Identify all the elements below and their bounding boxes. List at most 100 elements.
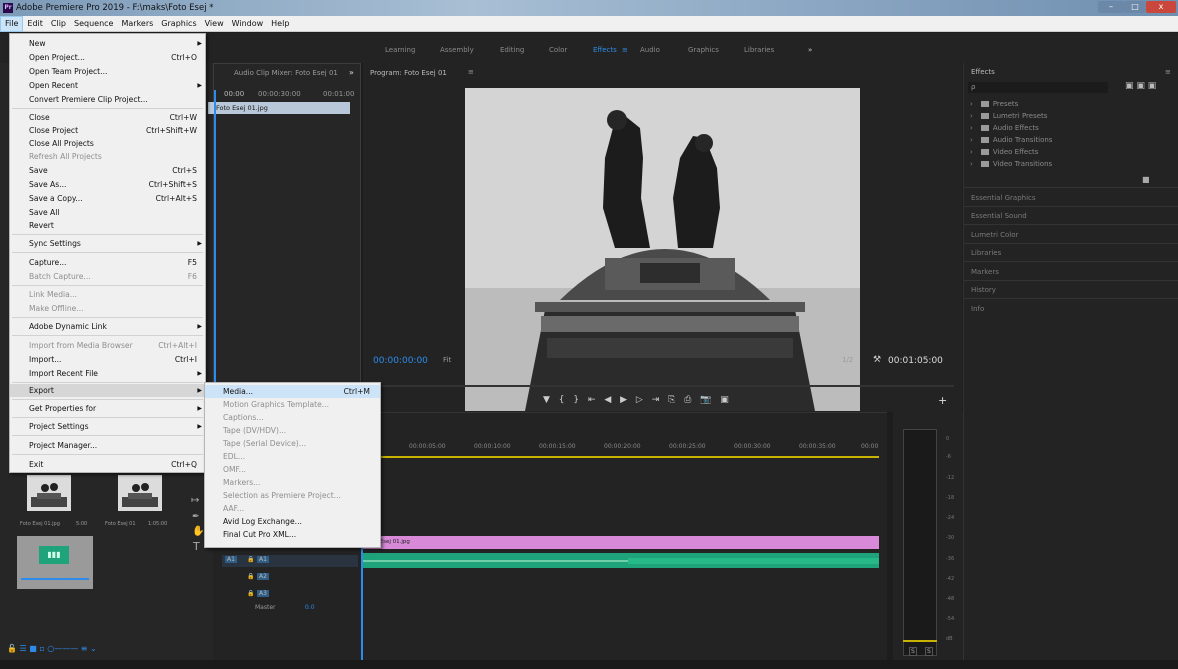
master-volume-value[interactable]: 0.0 bbox=[305, 604, 315, 611]
workspace-learning[interactable]: Learning bbox=[385, 46, 415, 54]
export-item-edl[interactable]: EDL... bbox=[205, 450, 380, 463]
export-item-media[interactable]: Media... Ctrl+M bbox=[205, 385, 380, 398]
lock-icon[interactable]: 🔒 bbox=[247, 590, 254, 597]
workspace-menu-icon[interactable]: ≡ bbox=[622, 46, 628, 54]
menu-item-project-manager[interactable]: Project Manager... bbox=[10, 439, 205, 452]
menu-graphics[interactable]: Graphics bbox=[157, 16, 200, 32]
type-tool-icon[interactable]: T bbox=[193, 540, 200, 553]
ripple-tool-icon[interactable]: ↦ bbox=[191, 495, 199, 506]
program-ruler[interactable] bbox=[369, 385, 954, 387]
timeline-video-clip[interactable]: Foto Esej 01.jpg bbox=[363, 536, 879, 549]
project-view-controls[interactable]: 🔓 ☰ ■ ▫ ○——— ≡ ⌄ bbox=[7, 644, 177, 654]
panel-libraries[interactable]: Libraries bbox=[971, 249, 1001, 257]
panel-lumetri-color[interactable]: Lumetri Color bbox=[971, 231, 1018, 239]
menu-item-save-as[interactable]: Save As... Ctrl+Shift+S bbox=[10, 178, 205, 191]
menu-item-dynamic-link[interactable]: Adobe Dynamic Link ▶ bbox=[10, 320, 205, 333]
export-item-mgt[interactable]: Motion Graphics Template... bbox=[205, 398, 380, 411]
menu-clip[interactable]: Clip bbox=[47, 16, 70, 32]
menu-item-export[interactable]: Export ▶ bbox=[10, 384, 205, 397]
workspace-graphics[interactable]: Graphics bbox=[688, 46, 719, 54]
menu-item-open-team-project[interactable]: Open Team Project... bbox=[10, 65, 205, 78]
menu-item-get-properties[interactable]: Get Properties for ▶ bbox=[10, 402, 205, 415]
menu-item-revert[interactable]: Revert bbox=[10, 219, 205, 232]
track-header-a1[interactable]: A1 🔒 A1 bbox=[222, 555, 358, 567]
panel-markers[interactable]: Markers bbox=[971, 268, 999, 276]
menu-help[interactable]: Help bbox=[267, 16, 293, 32]
effects-folder-audio-transitions[interactable]: › Audio Transitions bbox=[970, 134, 1052, 146]
effects-folder-lumetri[interactable]: › Lumetri Presets bbox=[970, 110, 1047, 122]
new-bin-icon[interactable]: ■ bbox=[1142, 175, 1150, 184]
export-item-omf[interactable]: OMF... bbox=[205, 463, 380, 476]
effects-folder-video-transitions[interactable]: › Video Transitions bbox=[970, 158, 1052, 170]
menu-item-save-copy[interactable]: Save a Copy... Ctrl+Alt+S bbox=[10, 192, 205, 205]
export-item-markers[interactable]: Markers... bbox=[205, 476, 380, 489]
panel-history[interactable]: History bbox=[971, 286, 996, 294]
add-button-icon[interactable]: + bbox=[938, 394, 947, 407]
track-header-a2[interactable]: 🔒 A2 bbox=[222, 572, 358, 584]
track-header-a3[interactable]: 🔒 A3 bbox=[222, 589, 358, 601]
export-item-captions[interactable]: Captions... bbox=[205, 411, 380, 424]
effects-panel-menu-icon[interactable]: ≡ bbox=[1165, 68, 1171, 76]
menu-file[interactable]: File bbox=[0, 15, 24, 32]
menu-item-save[interactable]: Save Ctrl+S bbox=[10, 164, 205, 177]
timeline-audio-clip[interactable] bbox=[363, 553, 879, 568]
track-a1-target[interactable]: A1 bbox=[257, 556, 269, 563]
workspace-color[interactable]: Color bbox=[549, 46, 567, 54]
maximize-button[interactable]: □ bbox=[1124, 1, 1146, 13]
workspace-effects[interactable]: Effects bbox=[593, 46, 617, 54]
export-item-fcp[interactable]: Final Cut Pro XML... bbox=[205, 528, 380, 541]
workspace-audio[interactable]: Audio bbox=[640, 46, 660, 54]
menu-item-close-project[interactable]: Close Project Ctrl+Shift+W bbox=[10, 124, 205, 137]
work-area-bar[interactable] bbox=[363, 456, 879, 458]
track-a1-source[interactable]: A1 bbox=[225, 556, 237, 563]
menu-sequence[interactable]: Sequence bbox=[70, 16, 117, 32]
effects-folder-audio-effects[interactable]: › Audio Effects bbox=[970, 122, 1039, 134]
export-item-avid[interactable]: Avid Log Exchange... bbox=[205, 515, 380, 528]
close-button[interactable]: x bbox=[1146, 1, 1176, 13]
menu-item-project-settings[interactable]: Project Settings ▶ bbox=[10, 420, 205, 433]
lock-icon[interactable]: 🔒 bbox=[247, 573, 254, 580]
effects-folder-presets[interactable]: › Presets bbox=[970, 98, 1018, 110]
panel-expand-icon[interactable]: » bbox=[349, 68, 354, 77]
workspace-assembly[interactable]: Assembly bbox=[440, 46, 474, 54]
hand-tool-icon[interactable]: ✋ bbox=[192, 526, 204, 537]
panel-essential-graphics[interactable]: Essential Graphics bbox=[971, 194, 1036, 202]
panel-essential-sound[interactable]: Essential Sound bbox=[971, 212, 1027, 220]
menu-item-import[interactable]: Import... Ctrl+I bbox=[10, 353, 205, 366]
bin-sequence-thumbnail[interactable]: ▮▮▮ bbox=[17, 536, 93, 589]
workspace-editing[interactable]: Editing bbox=[500, 46, 524, 54]
menu-item-convert-clip[interactable]: Convert Premiere Clip Project... bbox=[10, 93, 205, 106]
menu-item-sync-settings[interactable]: Sync Settings ▶ bbox=[10, 237, 205, 250]
menu-item-refresh-all-projects[interactable]: Refresh All Projects bbox=[10, 150, 205, 163]
solo-button[interactable]: S bbox=[925, 647, 933, 656]
track-a3-target[interactable]: A3 bbox=[257, 590, 269, 597]
menu-item-batch-capture[interactable]: Batch Capture... F6 bbox=[10, 270, 205, 283]
transport-controls[interactable]: ▼ { } ⇤ ◀ ▶ ▷ ⇥ ⎘ ⎙ 📷 ▣ bbox=[543, 395, 813, 407]
resolution-dropdown[interactable]: 1/2 bbox=[842, 356, 853, 364]
menu-item-close-all-projects[interactable]: Close All Projects bbox=[10, 137, 205, 150]
workspace-libraries[interactable]: Libraries bbox=[744, 46, 774, 54]
menu-item-open-project[interactable]: Open Project... Ctrl+O bbox=[10, 51, 205, 64]
program-video-frame[interactable] bbox=[465, 88, 860, 411]
program-menu-icon[interactable]: ≡ bbox=[468, 68, 474, 76]
bin-thumbnail[interactable] bbox=[27, 475, 71, 511]
menu-item-new[interactable]: New ▶ bbox=[10, 37, 205, 50]
menu-item-open-recent[interactable]: Open Recent ▶ bbox=[10, 79, 205, 92]
minimize-button[interactable]: – bbox=[1098, 1, 1124, 13]
bin-thumbnail[interactable] bbox=[118, 475, 162, 511]
menu-markers[interactable]: Markers bbox=[117, 16, 157, 32]
export-item-tape-dv[interactable]: Tape (DV/HDV)... bbox=[205, 424, 380, 437]
export-item-aaf[interactable]: AAF... bbox=[205, 502, 380, 515]
effects-folder-video-effects[interactable]: › Video Effects bbox=[970, 146, 1038, 158]
program-timecode[interactable]: 00:00:00:00 bbox=[373, 356, 428, 366]
lock-icon[interactable]: 🔒 bbox=[247, 556, 254, 563]
menu-item-exit[interactable]: Exit Ctrl+Q bbox=[10, 458, 205, 471]
settings-wrench-icon[interactable]: ⚒ bbox=[873, 355, 881, 365]
effects-search-input[interactable]: ρ bbox=[968, 82, 1108, 93]
menu-item-save-all[interactable]: Save All bbox=[10, 206, 205, 219]
menu-item-import-media-browser[interactable]: Import from Media Browser Ctrl+Alt+I bbox=[10, 339, 205, 352]
solo-button[interactable]: S bbox=[909, 647, 917, 656]
menu-item-capture[interactable]: Capture... F5 bbox=[10, 256, 205, 269]
source-clip[interactable]: Foto Esej 01.jpg bbox=[208, 102, 350, 114]
track-a2-target[interactable]: A2 bbox=[257, 573, 269, 580]
